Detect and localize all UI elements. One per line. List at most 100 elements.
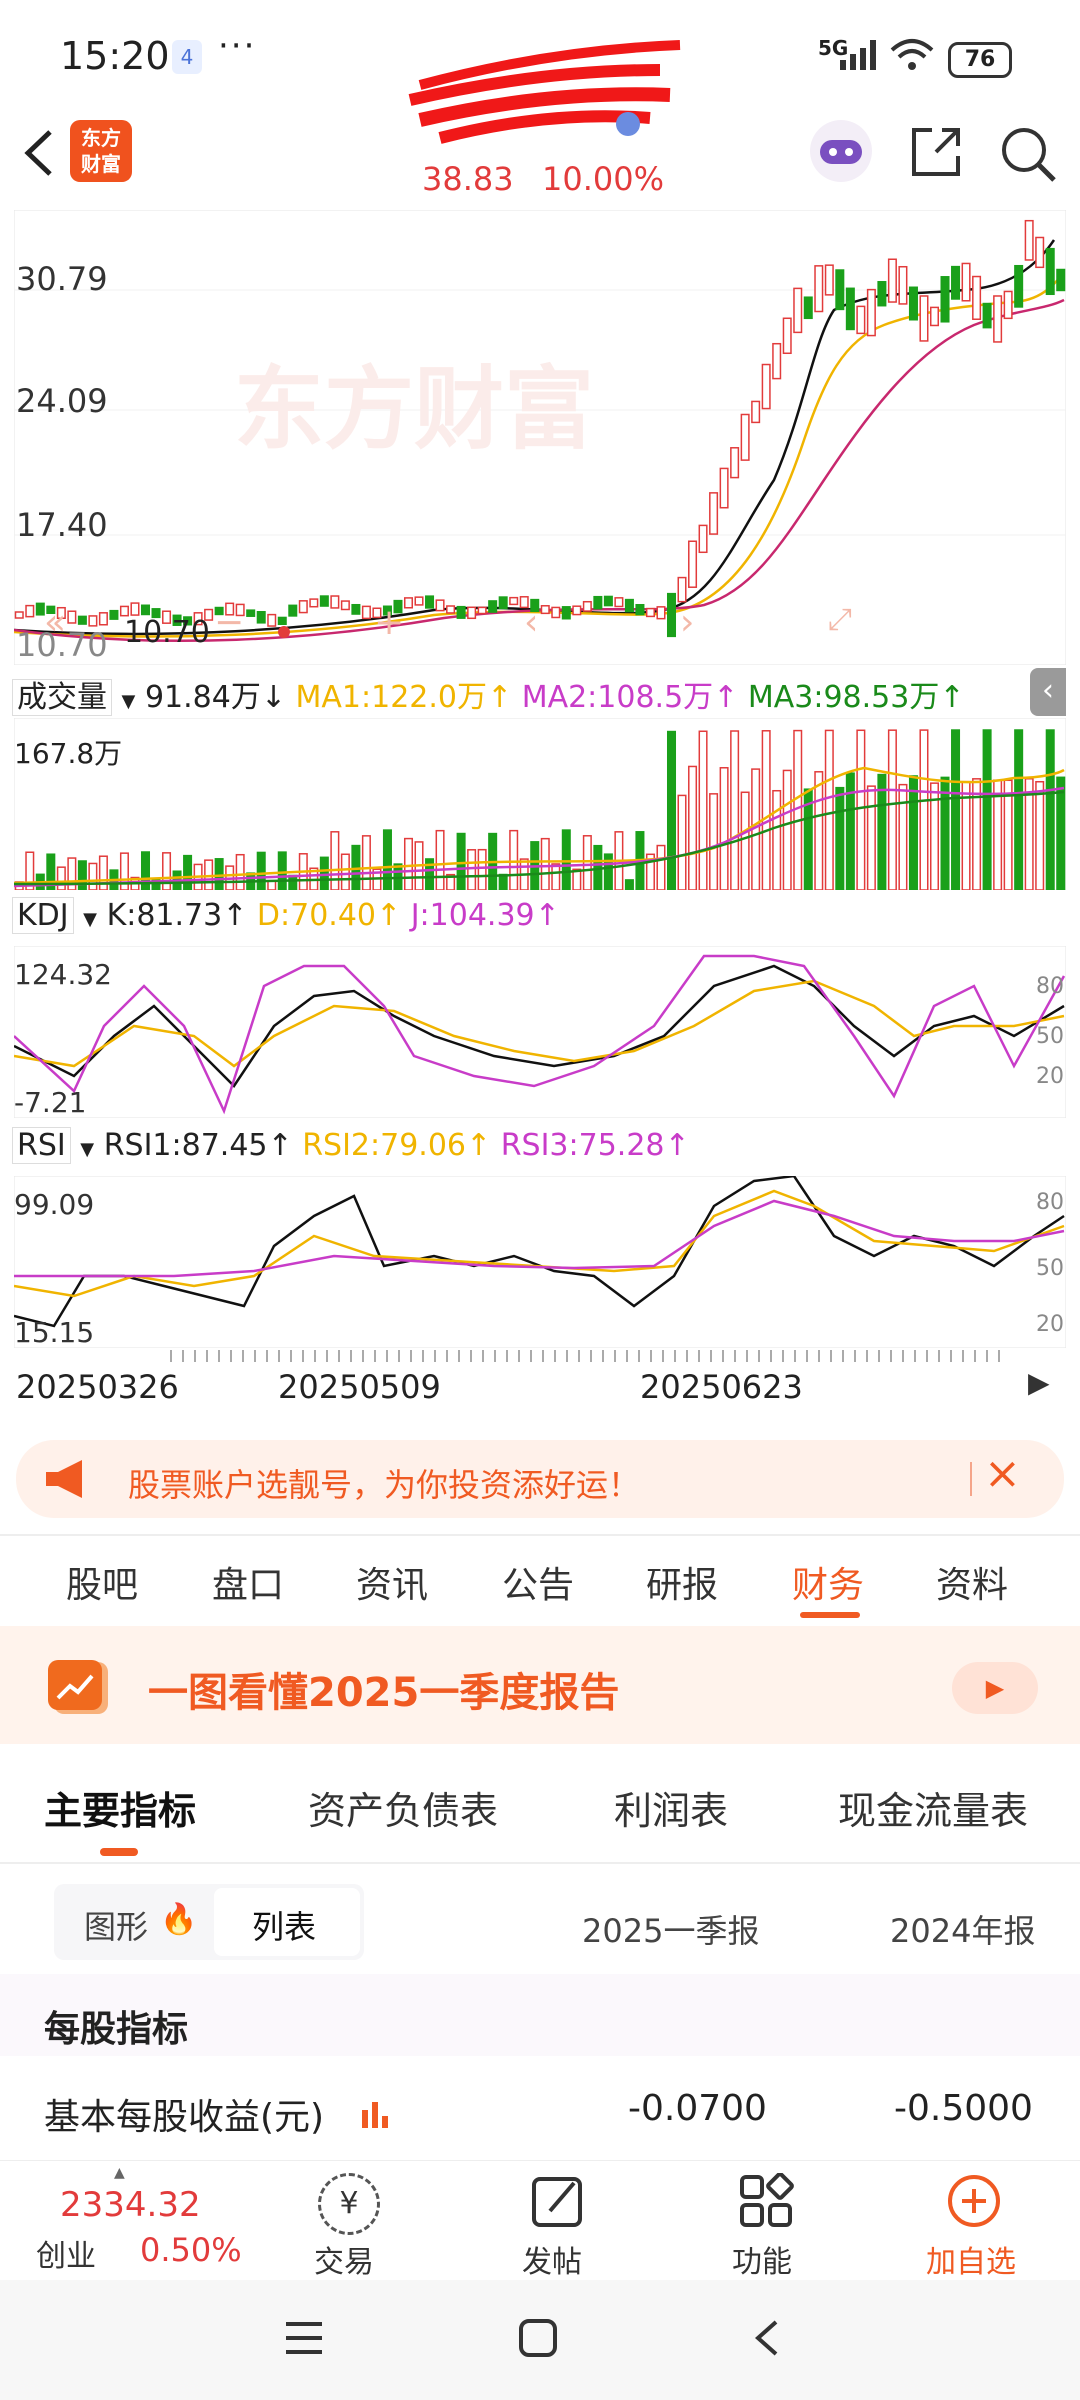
subtab-balance-sheet[interactable]: 资产负债表 (308, 1780, 498, 1835)
tab-finance[interactable]: 财务 (792, 1556, 864, 1608)
stock-price: 38.83 (422, 160, 514, 198)
chart-watermark: 东方财富 (234, 357, 594, 462)
candle (351, 603, 361, 615)
post-icon[interactable] (530, 2173, 586, 2229)
bar-chart-icon[interactable] (360, 2098, 390, 2130)
volume-bar (477, 848, 487, 891)
volume-bar (624, 879, 634, 891)
volume-bar (898, 783, 908, 891)
tab-announce[interactable]: 公告 (502, 1556, 574, 1608)
zoom-out-icon[interactable]: − (214, 602, 244, 643)
subtab-income[interactable]: 利润表 (614, 1780, 728, 1835)
add-watchlist-label[interactable]: 加自选 (926, 2237, 1016, 2281)
candle (446, 605, 456, 614)
y-tick-3: 17.40 (16, 506, 108, 544)
volume-max-label: 167.8万 (14, 737, 123, 770)
active-tab-indicator (800, 1612, 860, 1618)
tab-news[interactable]: 资讯 (356, 1556, 428, 1608)
back-icon[interactable] (20, 128, 60, 178)
close-banner-icon[interactable]: × (984, 1448, 1021, 1499)
report-banner[interactable]: 一图看懂2025一季度报告 ▶ (0, 1626, 1080, 1744)
wifi-icon (890, 39, 934, 70)
fullscreen-icon[interactable]: ⤢ (828, 602, 852, 637)
candle (277, 616, 287, 626)
volume-bar (845, 772, 855, 891)
volume-bar (98, 855, 108, 891)
rsi-indicator-row: RSI ▼ RSI1:87.45↑ RSI2:79.06↑ RSI3:75.28… (12, 1127, 690, 1164)
low-marker-dot (278, 626, 290, 638)
volume-bar (382, 829, 392, 891)
menu-icon[interactable] (284, 2320, 324, 2356)
zoom-in-icon[interactable]: + (374, 602, 404, 643)
tab-guba[interactable]: 股吧 (66, 1556, 138, 1608)
volume-bar (435, 829, 445, 891)
prev-icon[interactable]: ‹ (524, 602, 538, 643)
promo-banner[interactable]: 股票账户选靓号，为你投资添好运！ × (16, 1440, 1064, 1518)
collapse-panel-button[interactable]: ‹ (1030, 668, 1066, 716)
back-nav-icon[interactable] (752, 2318, 782, 2358)
candle (698, 524, 708, 554)
tab-pankou[interactable]: 盘口 (212, 1556, 284, 1608)
candle (25, 604, 35, 618)
candle (803, 296, 813, 320)
functions-label[interactable]: 功能 (732, 2237, 792, 2281)
kdj-indicator-row: KDJ ▼ K:81.73↑ D:70.40↑ J:104.39↑ (12, 897, 560, 934)
rsi-level-20: 20 (1036, 1312, 1064, 1337)
candle (656, 606, 666, 620)
rewind-icon[interactable]: « (44, 602, 66, 643)
view-graph-button[interactable]: 图形 (84, 1902, 148, 1948)
volume-bar (603, 853, 613, 891)
tab-research[interactable]: 研报 (646, 1556, 718, 1608)
timeline-scrubber[interactable] (170, 1350, 1000, 1362)
scroll-right-icon[interactable]: ▶ (1028, 1366, 1050, 1399)
candle (488, 600, 498, 613)
dropdown-icon: ▼ (83, 909, 98, 930)
post-label[interactable]: 发帖 (522, 2237, 582, 2281)
index-value[interactable]: 2334.32 (60, 2185, 201, 2225)
kdj-j: J:104.39↑ (410, 898, 560, 933)
candle (425, 595, 435, 609)
rsi-indicator-select[interactable]: RSI (12, 1127, 71, 1164)
kdj-level-80: 80 (1036, 974, 1064, 999)
share-icon[interactable] (908, 124, 964, 180)
volume-chart: 167.8万 (13, 717, 1067, 891)
add-watchlist-icon[interactable] (946, 2173, 1002, 2229)
kline-chart[interactable]: 东方财富 10.70 30.79 24.09 17.40 10.70 « − +… (13, 209, 1067, 666)
volume-canvas (13, 717, 1067, 891)
tab-profile[interactable]: 资料 (936, 1556, 1008, 1608)
volume-indicator-select[interactable]: 成交量 (12, 679, 112, 716)
row-label-eps: 基本每股收益(元) (44, 2097, 325, 2138)
volume-bar (582, 835, 592, 891)
divider (0, 1534, 1080, 1536)
functions-icon[interactable] (738, 2173, 794, 2229)
volume-bar (330, 831, 340, 891)
candle (719, 467, 729, 509)
next-icon[interactable]: › (680, 602, 694, 643)
subtab-main-indicators[interactable]: 主要指标 (44, 1780, 196, 1835)
volume-bar (77, 860, 87, 891)
volume-bar (835, 786, 845, 891)
report-play-icon[interactable]: ▶ (952, 1662, 1038, 1714)
rsi-2: RSI2:79.06↑ (302, 1128, 492, 1163)
subtab-cashflow[interactable]: 现金流量表 (838, 1780, 1028, 1835)
trade-label[interactable]: 交易 (314, 2237, 374, 2281)
volume-bar (235, 853, 245, 891)
kline-canvas: 东方财富 10.70 (13, 209, 1067, 666)
fire-icon: 🔥 (160, 1902, 198, 1937)
kdj-d: D:70.40↑ (256, 898, 402, 933)
kdj-canvas (13, 945, 1067, 1119)
stock-change-pct: 10.00% (542, 160, 665, 198)
home-icon[interactable] (518, 2318, 558, 2358)
volume-bar (877, 773, 887, 891)
candle (256, 611, 266, 624)
row-value-2025q1: -0.0700 (628, 2088, 767, 2129)
assistant-robot-icon[interactable] (808, 118, 874, 184)
trade-icon[interactable]: ¥ (318, 2173, 380, 2235)
volume-bar (919, 729, 929, 891)
search-icon[interactable] (998, 124, 1058, 184)
candle (929, 306, 940, 327)
view-list-button[interactable]: 列表 (252, 1902, 316, 1948)
kdj-indicator-select[interactable]: KDJ (12, 897, 74, 934)
volume-bar (277, 851, 287, 891)
volume-bar (656, 844, 666, 891)
